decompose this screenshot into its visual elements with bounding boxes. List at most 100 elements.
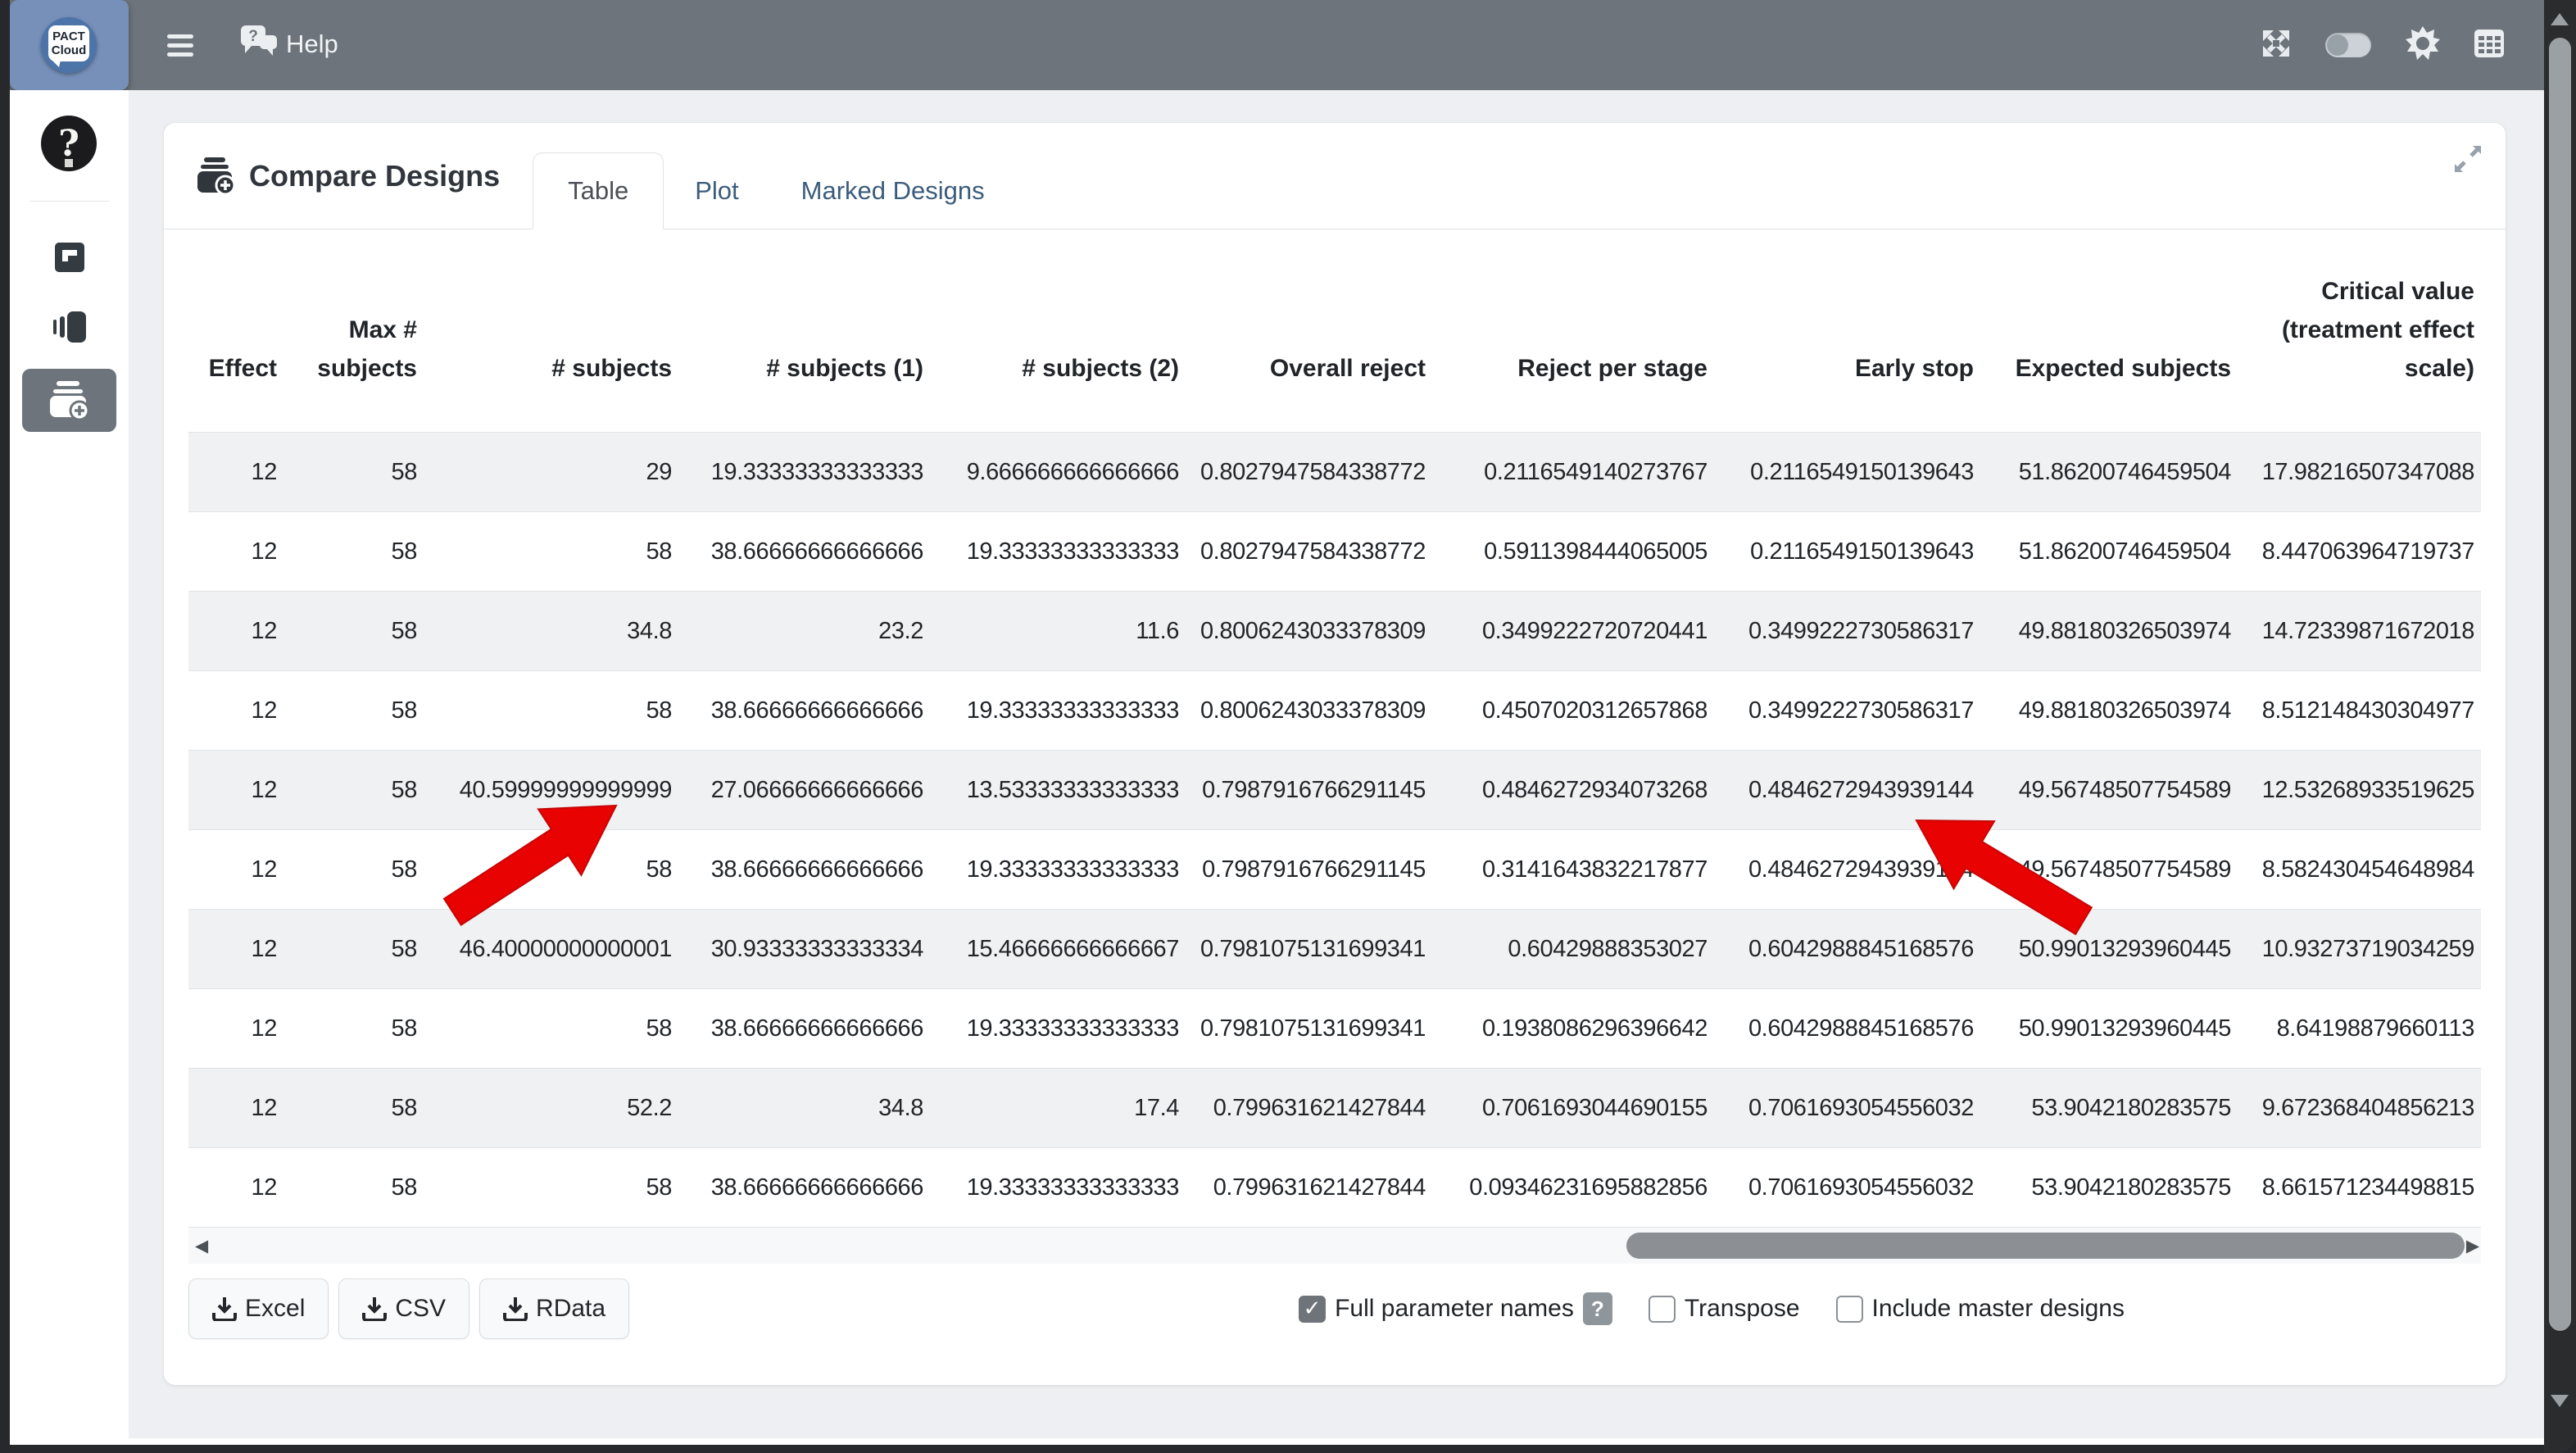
transpose-label: Transpose [1685,1295,1800,1323]
table-cell: 0.7061693044690155 [1432,1069,1714,1148]
include-master-designs-checkbox[interactable] [1836,1296,1863,1323]
table-cell: 29 [424,433,678,512]
transpose-option[interactable]: Transpose [1649,1295,1800,1323]
table-cell: 0.7987916766291145 [1186,751,1432,830]
browser-viewport: ? Help [10,0,2544,1445]
table-cell: 0.5911398444065005 [1432,512,1714,592]
table-cell: 12 [188,989,283,1069]
table-cell: 12 [188,512,283,592]
table-cell: 0.7987916766291145 [1186,830,1432,910]
column-header: # subjects (2) [930,229,1186,433]
column-header: Reject per stage [1432,229,1714,433]
table-cell: 49.88180326503974 [1980,671,2238,751]
table-cell: 23.2 [678,592,930,671]
scroll-down-arrow[interactable] [2551,1395,2569,1407]
table-cell: 30.93333333333334 [678,910,930,989]
column-header: Critical value (treatment effect scale) [2238,229,2481,433]
fullscreen-arrows-icon[interactable] [2261,29,2291,62]
excel-download-button[interactable]: Excel [188,1278,329,1339]
table-cell: 10.93273719034259 [2238,910,2481,989]
table-cell: 12 [188,1069,283,1148]
table-cell: 0.4846272943939144 [1714,830,1980,910]
table-row[interactable]: 12585838.6666666666666619.33333333333333… [188,512,2481,592]
vertical-scrollbar [2544,0,2576,1453]
include-master-designs-option[interactable]: Include master designs [1836,1295,2125,1323]
table-cell: 0.1938086296396642 [1432,989,1714,1069]
table-row[interactable]: 125840.5999999999999927.0666666666666613… [188,751,2481,830]
table-cell: 0.09346231695882856 [1432,1148,1714,1228]
table-row[interactable]: 125846.4000000000000130.9333333333333415… [188,910,2481,989]
table-header: EffectMax # subjects# subjects# subjects… [188,229,2481,433]
grid-menu-icon[interactable] [2474,30,2504,61]
table-cell: 58 [424,671,678,751]
avatar-qr-mark [65,159,73,167]
help-button[interactable]: ? Help [240,25,338,64]
table-cell: 38.66666666666666 [678,671,930,751]
sidebar-item-compare-designs[interactable] [22,369,116,432]
table-cell: 51.86200746459504 [1980,433,2238,512]
table-cell: 0.6042988845168576 [1714,989,1980,1069]
table-cell: 58 [283,830,424,910]
help-badge[interactable]: ? [1583,1292,1612,1325]
sidebar: ? [10,90,129,1445]
sidebar-item-layouts[interactable] [10,311,129,343]
table-cell: 0.8006243033378309 [1186,592,1432,671]
table-row[interactable]: 12585838.6666666666666619.33333333333333… [188,989,2481,1069]
table-cell: 8.582430454648984 [2238,830,2481,910]
table-cell: 49.88180326503974 [1980,592,2238,671]
table-row[interactable]: 12585838.6666666666666619.33333333333333… [188,671,2481,751]
table-cell: 0.3141643832217877 [1432,830,1714,910]
full-parameter-names-option[interactable]: Full parameter names ? [1299,1292,1612,1325]
scroll-right-arrow[interactable]: ▶ [2466,1236,2479,1255]
table-cell: 12.53268933519625 [2238,751,2481,830]
table-row[interactable]: 12585838.6666666666666619.33333333333333… [188,830,2481,910]
settings-sun-icon[interactable] [2406,26,2440,65]
table-cell: 0.2116549150139643 [1714,512,1980,592]
user-avatar[interactable]: ? [41,116,97,171]
app-logo-tile[interactable]: PACT Cloud [10,0,129,90]
table-cell: 0.3499222730586317 [1714,671,1980,751]
tab-marked-designs[interactable]: Marked Designs [770,153,1016,229]
scroll-up-arrow[interactable] [2551,13,2569,25]
sidebar-divider [29,201,109,202]
table-cell: 58 [424,1148,678,1228]
horizontal-scrollbar-thumb[interactable] [1626,1233,2465,1259]
table-row[interactable]: 125852.234.817.40.7996316214278440.70616… [188,1069,2481,1148]
compare-designs-title-icon [197,157,236,195]
full-parameter-names-checkbox[interactable] [1299,1296,1326,1323]
rdata-download-button[interactable]: RData [479,1278,629,1339]
full-parameter-names-label: Full parameter names [1335,1295,1574,1323]
transpose-checkbox[interactable] [1649,1296,1676,1323]
table-cell: 12 [188,433,283,512]
hamburger-menu-icon[interactable] [167,30,195,61]
expand-card-icon[interactable] [2451,143,2484,179]
table-cell: 9.672368404856213 [2238,1069,2481,1148]
tab-plot[interactable]: Plot [664,153,769,229]
table-cell: 14.72339871672018 [2238,592,2481,671]
table-cell: 0.799631621427844 [1186,1069,1432,1148]
table-cell: 49.56748507754589 [1980,830,2238,910]
scroll-left-arrow[interactable]: ◀ [195,1236,208,1255]
column-header: Effect [188,229,283,433]
table-cell: 19.33333333333333 [930,830,1186,910]
table-cell: 58 [283,433,424,512]
designs-table: EffectMax # subjects# subjects# subjects… [188,229,2481,1228]
table-cell: 0.4846272943939144 [1714,751,1980,830]
table-row[interactable]: 125834.823.211.60.80062430333783090.3499… [188,592,2481,671]
main-content: Compare Designs Table Plot Marked Design… [129,90,2544,1438]
table-cell: 0.799631621427844 [1186,1148,1432,1228]
table-cell: 12 [188,671,283,751]
page-title: Compare Designs [197,123,500,229]
table-cell: 19.33333333333333 [930,512,1186,592]
card-header: Compare Designs Table Plot Marked Design… [164,123,2506,229]
table-cell: 52.2 [424,1069,678,1148]
vertical-scrollbar-thumb[interactable] [2549,38,2571,1331]
theme-toggle[interactable] [2325,33,2371,57]
compare-designs-icon [48,381,91,420]
table-row[interactable]: 12582919.333333333333339.666666666666666… [188,433,2481,512]
sidebar-item-designs[interactable] [10,243,129,272]
table-cell: 27.06666666666666 [678,751,930,830]
table-row[interactable]: 12585838.6666666666666619.33333333333333… [188,1148,2481,1228]
tab-table[interactable]: Table [533,152,664,229]
csv-download-button[interactable]: CSV [338,1278,469,1339]
